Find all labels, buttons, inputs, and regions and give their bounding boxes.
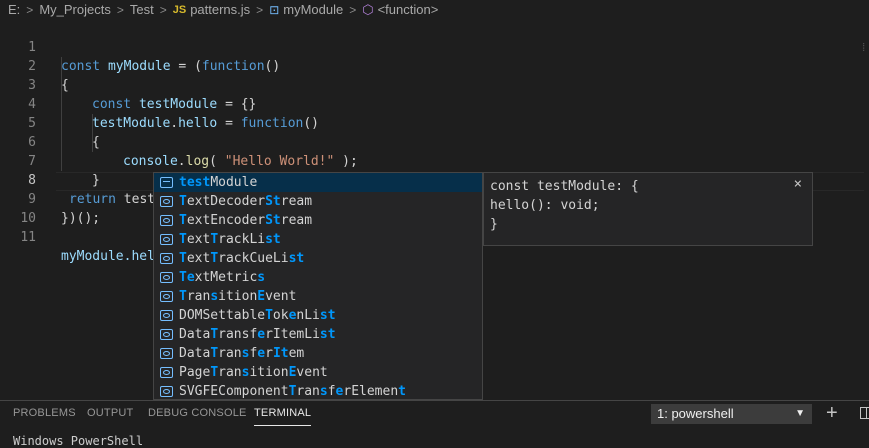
suggest-item-label: TextTrackList: [179, 232, 281, 247]
code-line: 1 const myModule = (function(): [0, 19, 869, 74]
details-line: hello(): void;: [490, 198, 600, 213]
suggest-item-label: DOMSettableTokenList: [179, 308, 336, 323]
function-cube-icon: ⬡: [362, 1, 374, 17]
code-line: 2 {: [0, 38, 869, 93]
breadcrumb-folder-test[interactable]: Test: [130, 2, 154, 17]
suggest-item-label: testModule: [179, 175, 258, 190]
breadcrumb-separator: >: [349, 2, 357, 17]
suggest-item-label: DataTransferItemList: [179, 327, 336, 342]
suggest-item-label: DataTransferItem: [179, 346, 305, 361]
suggest-item-label: TextEncoderStream: [179, 213, 313, 228]
interface-icon: [160, 310, 173, 321]
suggest-item-label: PageTransitionEvent: [179, 365, 328, 380]
split-terminal-icon[interactable]: [860, 407, 869, 419]
suggest-item[interactable]: TextMetrics: [154, 268, 482, 287]
line-number: 11: [20, 230, 36, 245]
suggest-item-label: TransitionEvent: [179, 289, 297, 304]
breadcrumb-folder-my-projects[interactable]: My_Projects: [39, 2, 111, 17]
suggest-item[interactable]: DataTransferItem: [154, 344, 482, 363]
breadcrumb-separator: >: [116, 2, 124, 17]
suggest-item[interactable]: TextDecoderStream: [154, 192, 482, 211]
interface-icon: [160, 272, 173, 283]
suggest-item[interactable]: TextTrackList: [154, 230, 482, 249]
token: myModule.hel: [61, 249, 155, 264]
interface-icon: [160, 215, 173, 226]
code-line: 6 console.log( "Hello World!" );: [0, 114, 869, 169]
js-file-icon: JS: [172, 3, 187, 16]
add-terminal-icon[interactable]: +: [826, 403, 838, 423]
breadcrumb-symbol-function[interactable]: <function>: [378, 2, 439, 17]
code-line: 7 }: [0, 133, 869, 188]
variable-icon: [160, 177, 173, 188]
details-line: const testModule: {: [490, 179, 639, 194]
tab-terminal[interactable]: TERMINAL: [254, 407, 312, 426]
breadcrumb-separator: >: [256, 2, 264, 17]
bottom-panel: PROBLEMS OUTPUT DEBUG CONSOLE TERMINAL 1…: [0, 400, 869, 448]
interface-icon: [160, 234, 173, 245]
interface-icon: [160, 196, 173, 207]
suggest-item[interactable]: PageTransitionEvent: [154, 363, 482, 382]
interface-icon: [160, 253, 173, 264]
suggest-details-pane: const testModule: { hello(): void; } ×: [483, 172, 813, 246]
interface-icon: [160, 348, 173, 359]
code-line: 3 const testModule = {}: [0, 57, 869, 112]
breadcrumb-symbol-mymodule[interactable]: myModule: [283, 2, 343, 17]
suggest-item[interactable]: DOMSettableTokenList: [154, 306, 482, 325]
interface-icon: [160, 291, 173, 302]
code-line: 8 return test;: [0, 152, 869, 207]
suggest-item[interactable]: TextEncoderStream: [154, 211, 482, 230]
breadcrumb-separator: >: [159, 2, 167, 17]
terminal-select-value: 1: powershell: [657, 406, 734, 421]
suggest-item[interactable]: SVGFEComponentTransferElement: [154, 382, 482, 401]
breadcrumb-separator: >: [26, 2, 34, 17]
details-line: }: [490, 217, 498, 232]
code-line: 4 testModule.hello = function(): [0, 76, 869, 131]
close-icon[interactable]: ×: [794, 175, 802, 194]
suggest-item-label: TextMetrics: [179, 270, 266, 285]
tab-output[interactable]: OUTPUT: [87, 407, 133, 419]
suggest-item[interactable]: TextTrackCueList: [154, 249, 482, 268]
terminal-output[interactable]: Windows PowerShell: [13, 434, 143, 448]
interface-icon: [160, 386, 173, 397]
suggest-item-label: TextTrackCueList: [179, 251, 305, 266]
tab-debug-console[interactable]: DEBUG CONSOLE: [148, 407, 247, 419]
minimap[interactable]: ⁞: [860, 41, 867, 55]
breadcrumb-file[interactable]: patterns.js: [190, 2, 250, 17]
interface-icon: [160, 367, 173, 378]
interface-icon: [160, 329, 173, 340]
suggest-item[interactable]: TransitionEvent: [154, 287, 482, 306]
terminal-select[interactable]: 1: powershell ▼: [651, 404, 812, 424]
breadcrumb: E: > My_Projects > Test > JS patterns.js…: [0, 0, 869, 19]
suggest-item[interactable]: testModule: [154, 173, 482, 192]
suggest-item-label: TextDecoderStream: [179, 194, 313, 209]
chevron-down-icon: ▼: [795, 408, 805, 419]
code-line: 5 {: [0, 95, 869, 150]
tab-problems[interactable]: PROBLEMS: [13, 407, 76, 419]
variable-icon: ⊡: [269, 2, 280, 17]
autocomplete-suggest-list[interactable]: testModule TextDecoderStream TextEncoder…: [153, 172, 483, 400]
breadcrumb-drive[interactable]: E:: [8, 2, 20, 17]
suggest-item[interactable]: DataTransferItemList: [154, 325, 482, 344]
suggest-item-label: SVGFEComponentTransferElement: [179, 384, 406, 399]
